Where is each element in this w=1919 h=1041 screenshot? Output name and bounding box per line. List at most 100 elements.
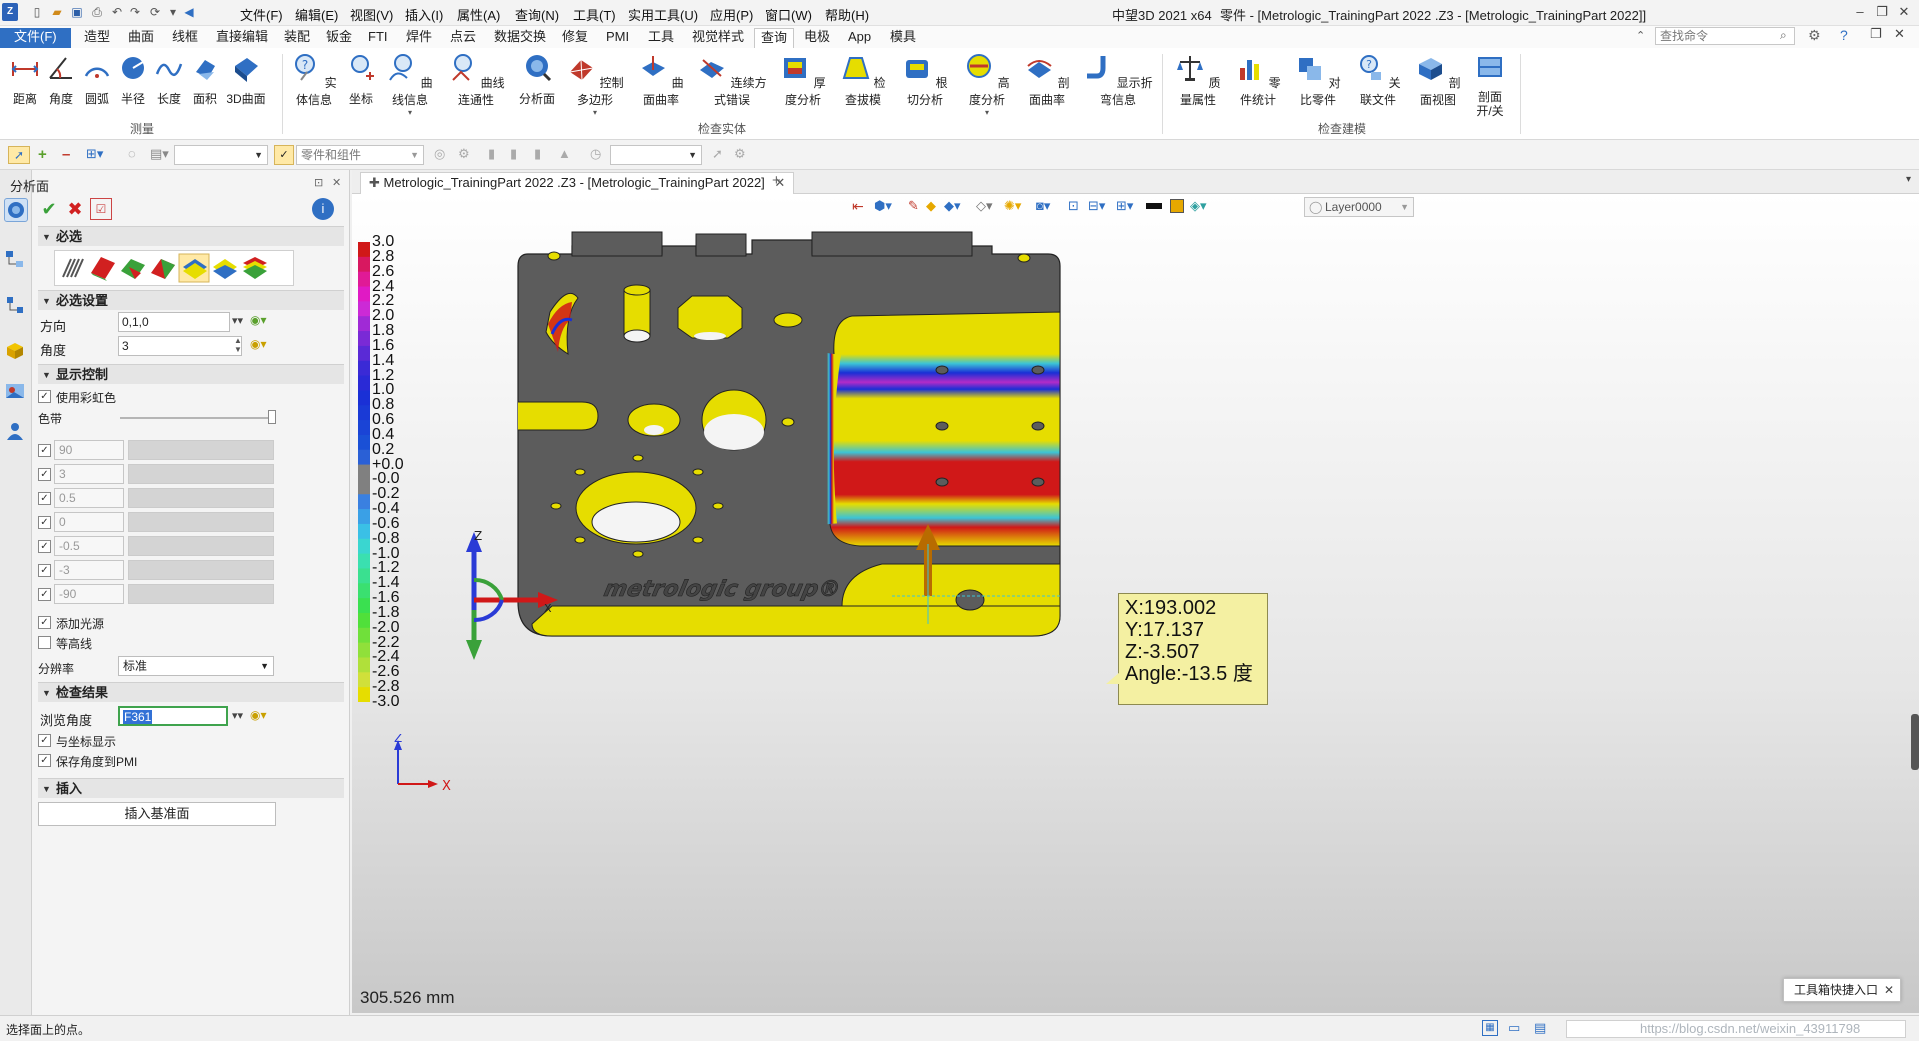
direction-dropdown-icon[interactable]: ▾▾: [232, 314, 243, 327]
filter-view-icon[interactable]: ⊞▾: [1116, 198, 1133, 214]
menu-query[interactable]: 查询(N): [515, 5, 559, 24]
pin-panel-icon[interactable]: ⊡: [314, 176, 323, 189]
tab-mold[interactable]: 模具: [884, 28, 922, 48]
back-arrow-icon[interactable]: ◀: [182, 5, 196, 19]
close-panel-icon[interactable]: ✕: [332, 176, 341, 189]
color-band-slider-track[interactable]: [120, 417, 274, 419]
section-insert[interactable]: 插入: [38, 778, 344, 799]
section-required-settings[interactable]: 必选设置: [38, 290, 344, 311]
help-icon[interactable]: ?: [1840, 27, 1848, 43]
section-view-button[interactable]: 剖面视图: [1412, 52, 1464, 108]
align-right-icon[interactable]: ▮: [534, 146, 541, 162]
display-mode-icon[interactable]: ◆▾: [944, 198, 961, 214]
quick-access-dropdown-icon[interactable]: ▾: [166, 5, 180, 19]
dropdown-arrow-icon[interactable]: ▾: [564, 108, 626, 117]
compare-parts-button[interactable]: 对比零件: [1292, 52, 1344, 108]
new-file-icon[interactable]: ▯: [30, 5, 44, 19]
band-neg-3-checkbox[interactable]: ✓: [38, 564, 51, 577]
part-component-dropdown[interactable]: 零件和组件 ▼: [296, 145, 424, 165]
tab-weldment[interactable]: 焊件: [400, 28, 438, 48]
curve-continuity-button[interactable]: 曲线连通性: [444, 52, 508, 108]
pencil-icon[interactable]: ✎: [908, 198, 919, 214]
band-neg-3-color[interactable]: [128, 560, 274, 580]
menu-apps[interactable]: 应用(P): [710, 5, 753, 24]
resolution-select[interactable]: 标准 ▼: [118, 656, 274, 676]
face-color-swatch[interactable]: [1170, 199, 1184, 213]
section-required[interactable]: 必选: [38, 226, 344, 247]
tab-sheetmetal[interactable]: 钣金: [320, 28, 358, 48]
distance-button[interactable]: 距离: [10, 52, 40, 107]
band-0-color[interactable]: [128, 512, 274, 532]
direction-input[interactable]: 0,1,0: [118, 312, 230, 332]
settings-gear-icon[interactable]: ⚙: [1808, 27, 1821, 44]
arrow-pick-icon[interactable]: ➚: [712, 146, 723, 162]
browse-pick-icon[interactable]: ◉▾: [250, 708, 267, 722]
tab-assembly[interactable]: 装配: [278, 28, 316, 48]
view-orient-icon[interactable]: ⬢▾: [874, 198, 892, 214]
area-button[interactable]: 面积: [190, 52, 220, 107]
undercut-analysis-button[interactable]: 根切分析: [898, 52, 952, 108]
redo-icon[interactable]: ↷: [128, 5, 142, 19]
section-display-control[interactable]: 显示控制: [38, 364, 344, 385]
arc-button[interactable]: 圆弧: [82, 52, 112, 107]
app-logo-icon[interactable]: Z: [2, 3, 18, 21]
layer-icon[interactable]: ◈▾: [1190, 198, 1207, 214]
tab-app[interactable]: App: [842, 28, 877, 48]
tab-fti[interactable]: FTI: [362, 28, 394, 48]
menu-window[interactable]: 窗口(W): [765, 5, 812, 24]
exit-icon[interactable]: ⇤: [852, 198, 864, 215]
align-center-icon[interactable]: ▮: [510, 146, 517, 162]
section-plane-icon[interactable]: ⊟▾: [1088, 198, 1105, 214]
band-0-5-checkbox[interactable]: ✓: [38, 492, 51, 505]
save-angle-pmi-checkbox[interactable]: ✓: [38, 754, 51, 767]
tab-file[interactable]: 文件(F): [0, 28, 71, 48]
wire-cube-icon[interactable]: ◇▾: [976, 198, 993, 214]
band-3-checkbox[interactable]: ✓: [38, 468, 51, 481]
add-filter-icon[interactable]: +: [38, 146, 47, 163]
band-neg-0-5-checkbox[interactable]: ✓: [38, 540, 51, 553]
command-search-input[interactable]: 查找命令: [1655, 27, 1795, 45]
tab-pmi[interactable]: PMI: [600, 28, 635, 48]
history-icon[interactable]: ◷: [590, 146, 601, 162]
undo-icon[interactable]: ↶: [110, 5, 124, 19]
menu-insert[interactable]: 插入(I): [405, 5, 443, 24]
band-neg-0-5-input[interactable]: -0.5: [54, 536, 124, 556]
add-light-checkbox[interactable]: ✓: [38, 616, 51, 629]
thickness-analysis-button[interactable]: 厚度分析: [776, 52, 830, 108]
pick-cursor-icon[interactable]: ➚: [8, 146, 30, 164]
3d-surface-button[interactable]: 3D曲面: [226, 52, 266, 107]
section-toggle-button[interactable]: 剖面 开/关: [1470, 52, 1510, 118]
mass-properties-button[interactable]: 质量属性: [1172, 52, 1224, 108]
measure-pick-icon[interactable]: ⚙: [734, 146, 746, 162]
band-neg-90-checkbox[interactable]: ✓: [38, 588, 51, 601]
shaded-cube-icon[interactable]: ◆: [926, 198, 936, 214]
angle-pick-icon[interactable]: ◉▾: [250, 337, 267, 351]
new-tab-icon[interactable]: +: [772, 172, 781, 189]
open-folder-icon[interactable]: ▰: [50, 5, 64, 19]
graphics-viewport[interactable]: ⇤ ⬢▾ ✎ ◆ ◆▾ ◇▾ ✺▾ ◙▾ ⊡ ⊟▾ ⊞▾ ◈▾ ◯ Layer00…: [352, 194, 1919, 1013]
tab-wireframe[interactable]: 线框: [166, 28, 204, 48]
section-curvature-button[interactable]: 剖面曲率: [1020, 52, 1074, 108]
gear-filter-icon[interactable]: ⚙: [458, 146, 470, 162]
related-files-button[interactable]: ? 关联文件: [1352, 52, 1404, 108]
angle-spinner-icon[interactable]: ▲ ▼: [234, 336, 242, 354]
tab-surface[interactable]: 曲面: [122, 28, 160, 48]
restore-icon[interactable]: ❐: [1872, 3, 1892, 21]
surface-curvature-button[interactable]: 曲面曲率: [636, 52, 686, 108]
tab-query[interactable]: 查询: [754, 28, 795, 48]
viewport-side-handle[interactable]: [1911, 714, 1919, 770]
bend-info-button[interactable]: 显示折弯信息: [1080, 52, 1156, 108]
monitor-icon[interactable]: ▭: [1508, 1020, 1520, 1036]
direction-pick-icon[interactable]: ◉▾: [250, 313, 267, 327]
band-90-input[interactable]: 90: [54, 440, 124, 460]
menu-tools[interactable]: 工具(T): [573, 5, 616, 24]
band-3-color[interactable]: [128, 464, 274, 484]
pin-icon[interactable]: ▲: [558, 146, 571, 161]
menu-help[interactable]: 帮助(H): [825, 5, 869, 24]
print-icon[interactable]: ⎙: [90, 5, 104, 19]
close-shortcut-icon[interactable]: ✕: [1884, 979, 1894, 1001]
analyze-face-panel-icon[interactable]: [4, 198, 28, 222]
search-icon[interactable]: ⌕: [1780, 28, 1787, 43]
minimize-icon[interactable]: –: [1850, 3, 1870, 21]
band-0-5-input[interactable]: 0.5: [54, 488, 124, 508]
